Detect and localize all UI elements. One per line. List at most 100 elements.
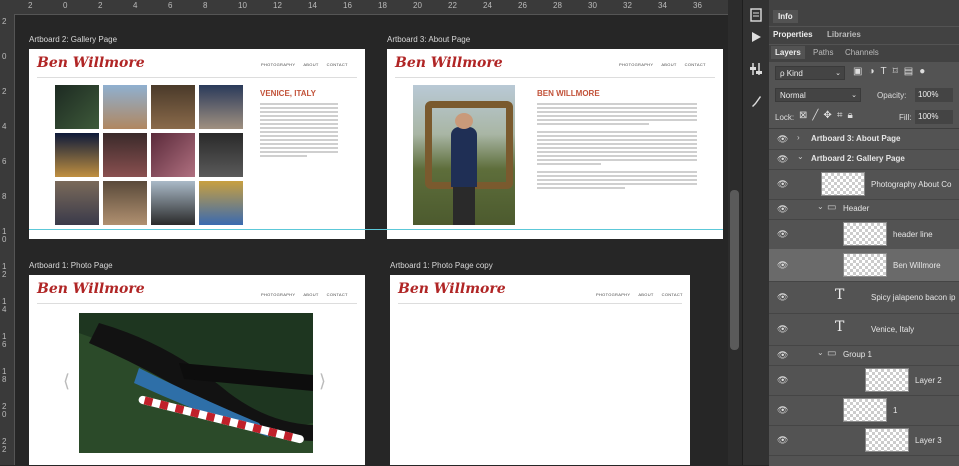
visibility-eye-icon[interactable]: 👁︎ <box>777 291 789 303</box>
adjust-icon[interactable] <box>748 62 764 78</box>
ruler-tick-label: 1 6 <box>2 332 7 349</box>
visibility-eye-icon[interactable]: 👁︎ <box>777 203 789 215</box>
visibility-eye-icon[interactable]: 👁︎ <box>777 434 789 446</box>
person-figure <box>451 127 477 187</box>
info-tab-bar: Info <box>769 0 959 26</box>
prev-arrow[interactable]: ⟨ <box>63 371 70 392</box>
nav-contact: CONTACT <box>684 62 706 67</box>
tab-libraries[interactable]: Libraries <box>827 30 861 39</box>
tab-layers[interactable]: Layers <box>771 46 805 59</box>
visibility-eye-icon[interactable]: 👁︎ <box>777 178 789 190</box>
lock-artboard-icon[interactable]: ⌗ <box>837 110 848 121</box>
layer-row-artboard-about[interactable]: 👁︎ › Artboard 3: About Page <box>769 129 959 150</box>
layer-row-photography-about[interactable]: 👁︎ Photography About Co <box>769 169 959 200</box>
lock-label: Lock: <box>775 113 795 122</box>
layer-thumbnail <box>865 428 909 452</box>
layer-row-header-line[interactable]: 👁︎ header line <box>769 219 959 250</box>
visibility-eye-icon[interactable]: 👁︎ <box>777 259 789 271</box>
filter-shape-icon[interactable]: ⌑ <box>893 66 904 77</box>
filter-toggle-icon[interactable]: ● <box>919 66 931 77</box>
chevron-right-icon[interactable]: › <box>797 133 800 142</box>
layer-row-layer-3[interactable]: 👁︎ Layer 3 <box>769 425 959 456</box>
blend-mode-select[interactable]: Normal ⌄ <box>775 88 861 102</box>
filter-adjustment-icon[interactable]: ◑ <box>868 66 880 77</box>
layer-row-spicy-jalapeno[interactable]: 👁︎ T Spicy jalapeno bacon ip <box>769 281 959 314</box>
tab-channels[interactable]: Channels <box>845 48 879 57</box>
opacity-field[interactable]: 100% <box>915 88 953 102</box>
chevron-down-icon: ⌄ <box>851 92 857 99</box>
visibility-eye-icon[interactable]: 👁︎ <box>777 349 789 361</box>
brush-settings-icon[interactable] <box>748 94 764 110</box>
layer-row-header-group[interactable]: 👁︎ ⌄ ▭ Header <box>769 199 959 220</box>
filter-kind-select[interactable]: ρ Kind ⌄ <box>775 66 845 80</box>
chevron-down-icon[interactable]: ⌄ <box>817 202 824 211</box>
layer-thumbnail <box>843 253 887 277</box>
layer-row-group-1[interactable]: 👁︎ ⌄ ▭ Group 1 <box>769 345 959 366</box>
gallery-thumbnail <box>55 181 99 225</box>
layers-list[interactable]: 👁︎ › Artboard 3: About Page 👁︎ ⌄ Artboar… <box>769 128 959 466</box>
ruler-tick-label: 1 2 <box>2 262 7 279</box>
ruler-tick-label: 36 <box>693 1 702 10</box>
layer-row-ben-willmore[interactable]: 👁︎ Ben Willmore <box>769 249 959 282</box>
blend-mode-value: Normal <box>780 91 806 100</box>
filter-smart-object-icon[interactable]: ▤ <box>904 66 919 77</box>
ruler-tick-label: 16 <box>343 1 352 10</box>
artboard-title-photo-copy[interactable]: Artboard 1: Photo Page copy <box>390 261 493 270</box>
tab-info[interactable]: Info <box>773 10 798 23</box>
layer-row-1[interactable]: 👁︎ 1 <box>769 395 959 426</box>
filter-icons[interactable]: ▣◑T⌑▤● <box>853 66 931 77</box>
layer-name: header line <box>893 230 933 239</box>
lock-transparent-icon[interactable]: ⊠ <box>799 110 812 121</box>
artboard-photo-copy[interactable]: Ben Willmore PHOTOGRAPHY ABOUT CONTACT <box>390 275 690 465</box>
left-ruler[interactable]: 2 0 2 4 6 8 1 0 1 2 1 4 1 6 1 8 2 0 2 2 <box>0 14 15 465</box>
gallery-body-text <box>260 103 338 159</box>
chevron-down-icon[interactable]: ⌄ <box>817 348 824 357</box>
artboard-title-photo[interactable]: Artboard 1: Photo Page <box>29 261 113 270</box>
top-ruler[interactable]: 202468101214161820222426283032343638 <box>0 0 728 15</box>
visibility-eye-icon[interactable]: 👁︎ <box>777 228 789 240</box>
visibility-eye-icon[interactable]: 👁︎ <box>777 323 789 335</box>
ruler-tick-label: 2 2 <box>2 437 7 454</box>
filter-type-icon[interactable]: T <box>881 66 893 77</box>
chevron-down-icon[interactable]: ⌄ <box>797 152 804 161</box>
nav-contact: CONTACT <box>326 292 348 297</box>
artboard-gallery[interactable]: Ben Willmore PHOTOGRAPHY ABOUT CONTACT VEN… <box>29 49 365 239</box>
layer-row-artboard-gallery[interactable]: 👁︎ ⌄ Artboard 2: Gallery Page <box>769 149 959 170</box>
play-icon[interactable] <box>748 30 764 46</box>
lock-icons[interactable]: ⊠╱✥⌗🔒︎ <box>799 110 858 121</box>
ruler-tick-label: 8 <box>2 192 7 201</box>
visibility-eye-icon[interactable]: 👁︎ <box>777 404 789 416</box>
tab-paths[interactable]: Paths <box>813 48 833 57</box>
nav-contact: CONTACT <box>661 292 683 297</box>
document-canvas[interactable]: Artboard 2: Gallery Page Ben Willmore PH… <box>15 15 728 465</box>
lock-all-icon[interactable]: 🔒︎ <box>847 110 857 121</box>
artboard-photo[interactable]: Ben Willmore PHOTOGRAPHY ABOUT CONTACT ⟨ ⟩ <box>29 275 365 465</box>
artboard-title-about[interactable]: Artboard 3: About Page <box>387 35 470 44</box>
lock-position-icon[interactable]: ✥ <box>823 110 836 121</box>
layer-name: Header <box>843 204 870 213</box>
lock-brush-icon[interactable]: ╱ <box>812 110 823 121</box>
gallery-thumbnail <box>151 133 195 177</box>
visibility-eye-icon[interactable]: 👁︎ <box>777 133 789 145</box>
opacity-label: Opacity: <box>877 91 907 100</box>
scrollbar-thumb[interactable] <box>730 190 739 350</box>
history-icon[interactable] <box>748 8 764 24</box>
next-arrow[interactable]: ⟩ <box>319 371 326 392</box>
layer-thumbnail <box>821 172 865 196</box>
artboard-title-gallery[interactable]: Artboard 2: Gallery Page <box>29 35 117 44</box>
folder-icon: ▭ <box>827 348 837 359</box>
tab-properties[interactable]: Properties <box>773 30 813 39</box>
visibility-eye-icon[interactable]: 👁︎ <box>777 374 789 386</box>
artboard-about[interactable]: Ben Willmore PHOTOGRAPHY ABOUT CONTACT BEN… <box>387 49 723 239</box>
text-layer-icon: T <box>835 287 845 303</box>
fill-field[interactable]: 100% <box>915 110 953 124</box>
portrait-photo <box>413 85 515 225</box>
site-logo: Ben Willmore <box>395 55 503 71</box>
layer-name: Group 1 <box>843 350 872 359</box>
layer-row-layer-2[interactable]: 👁︎ Layer 2 <box>769 365 959 396</box>
layer-name: Photography About Co <box>871 180 952 189</box>
filter-pixel-icon[interactable]: ▣ <box>853 66 868 77</box>
ruler-tick-label: 24 <box>483 1 492 10</box>
visibility-eye-icon[interactable]: 👁︎ <box>777 153 789 165</box>
layer-row-venice-italy[interactable]: 👁︎ T Venice, Italy <box>769 313 959 346</box>
